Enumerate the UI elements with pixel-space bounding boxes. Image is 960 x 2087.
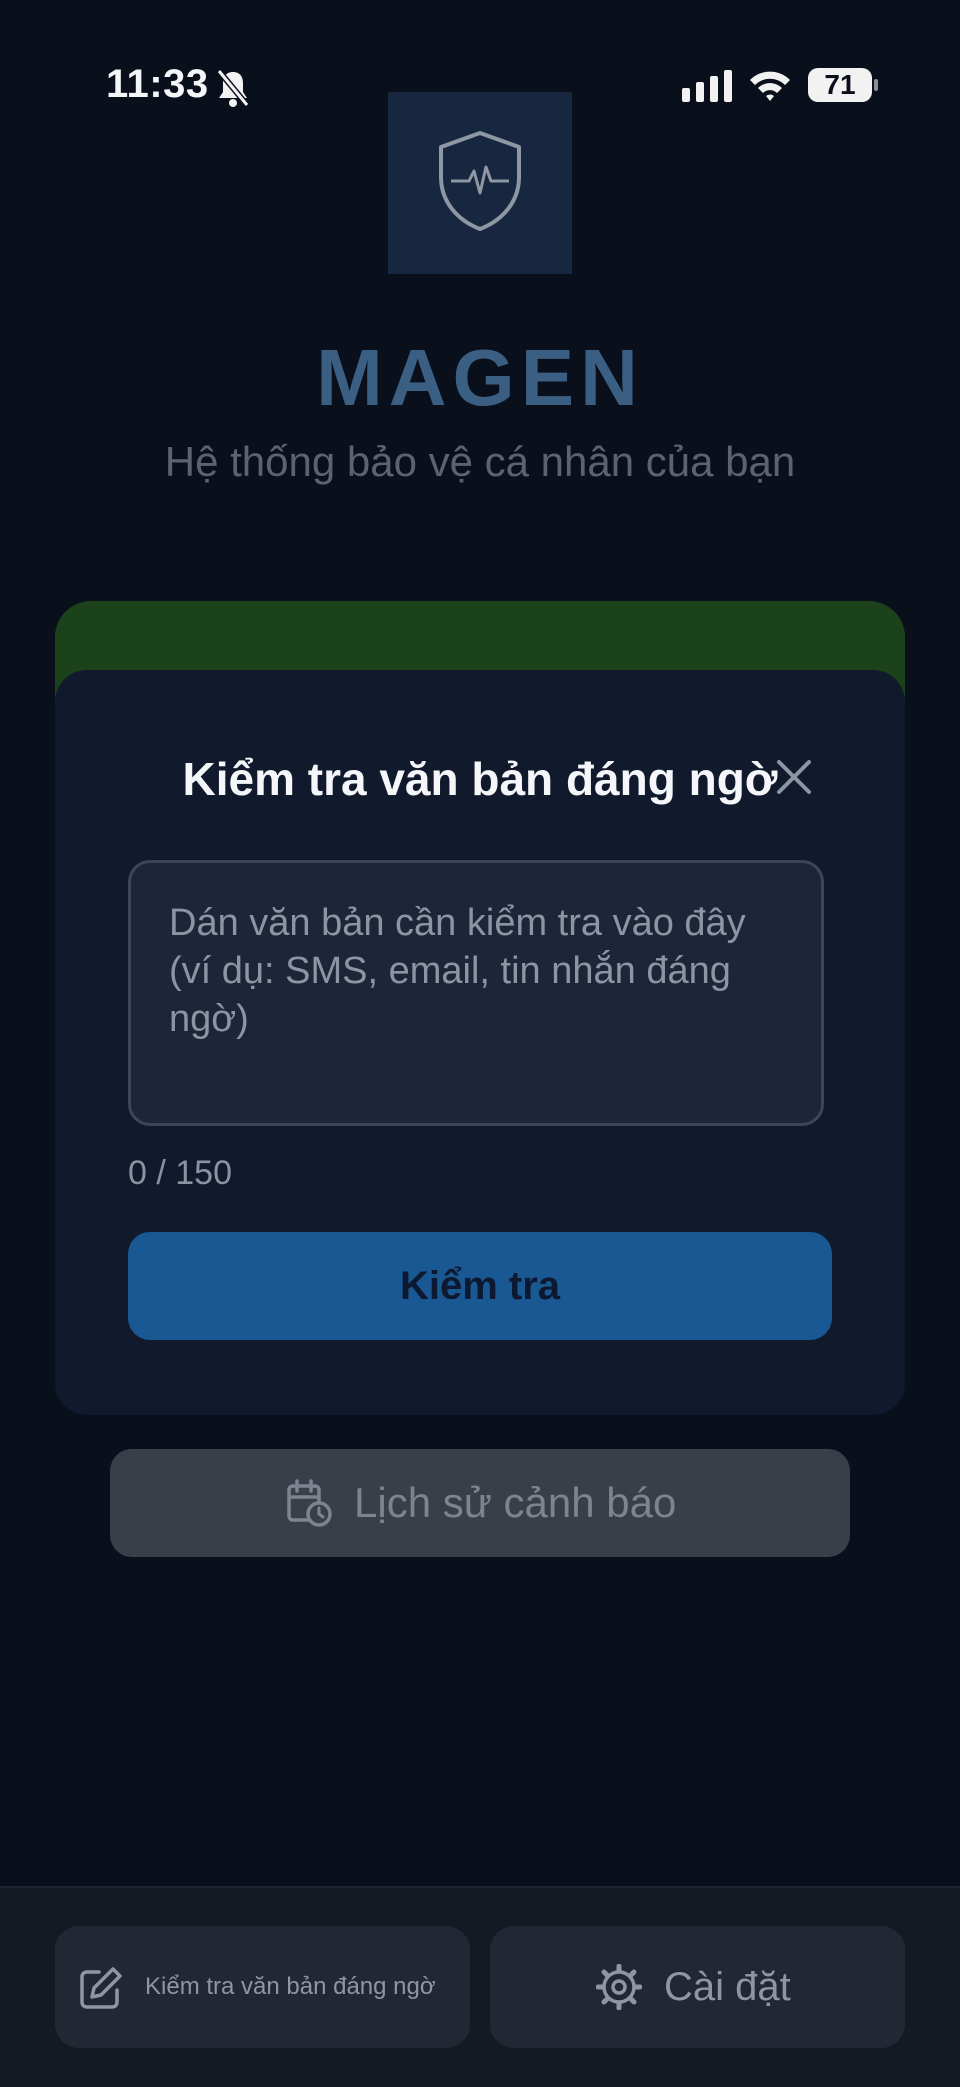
nav-settings[interactable]: Cài đặt xyxy=(490,1926,905,2048)
wifi-icon xyxy=(750,71,790,101)
bell-slash-icon xyxy=(216,69,250,107)
nav-check-text[interactable]: Kiểm tra văn bản đáng ngờ xyxy=(55,1926,470,2048)
alert-history-button[interactable]: Lịch sử cảnh báo xyxy=(110,1449,850,1557)
app-title: MAGEN xyxy=(316,333,644,422)
status-time: 11:33 xyxy=(106,62,209,106)
check-text-modal: Kiểm tra văn bản đáng ngờ Dán văn bản cầ… xyxy=(55,670,905,1415)
bottom-navigation: Kiểm tra văn bản đáng ngờ Cài đặt xyxy=(0,1886,960,2087)
signal-icon xyxy=(682,70,732,102)
character-counter: 0 / 150 xyxy=(128,1154,232,1192)
battery-level: 71 xyxy=(808,68,872,102)
shield-pulse-icon xyxy=(439,131,521,231)
gear-icon xyxy=(596,1964,642,2010)
nav-settings-label: Cài đặt xyxy=(664,1965,791,2009)
edit-icon xyxy=(80,1967,122,2009)
calendar-clock-icon xyxy=(287,1479,332,1527)
suspicious-text-input[interactable]: Dán văn bản cần kiểm tra vào đây (ví dụ:… xyxy=(128,860,824,1126)
nav-check-text-label: Kiểm tra văn bản đáng ngờ xyxy=(145,1973,436,2000)
input-placeholder: Dán văn bản cần kiểm tra vào đây (ví dụ:… xyxy=(169,902,746,1040)
battery-icon: 71 xyxy=(808,68,878,104)
alert-history-label: Lịch sử cảnh báo xyxy=(354,1479,677,1526)
battery-tip xyxy=(874,79,878,91)
close-icon[interactable] xyxy=(773,756,815,798)
check-button[interactable]: Kiểm tra xyxy=(128,1232,832,1340)
app-subtitle: Hệ thống bảo vệ cá nhân của bạn xyxy=(164,438,796,485)
app-logo xyxy=(388,92,572,274)
